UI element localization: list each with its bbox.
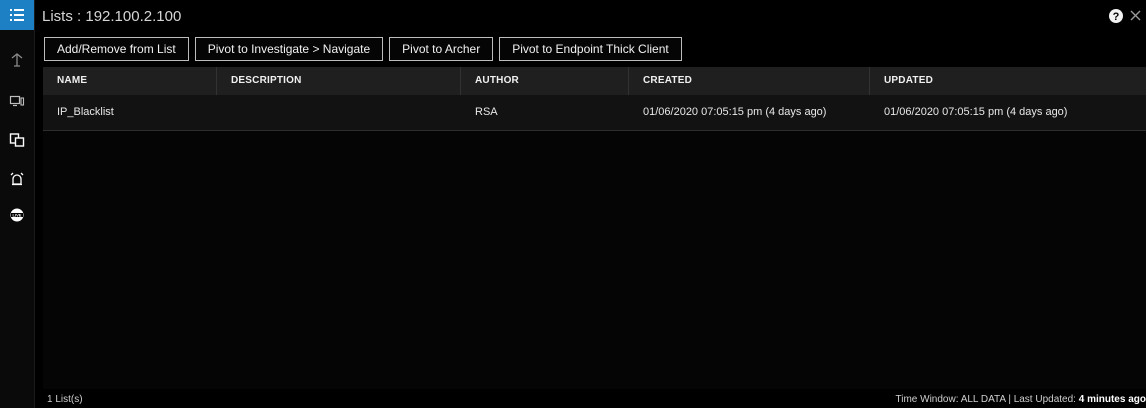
sidebar-item-pin[interactable] — [0, 45, 34, 75]
sidebar-item-devices[interactable] — [0, 86, 34, 116]
last-updated-value: 4 minutes ago — [1078, 394, 1146, 405]
title-bar: Lists : 192.100.2.100 ? — [34, 0, 1146, 34]
column-header-author[interactable]: AUTHOR — [461, 67, 629, 95]
add-remove-list-button[interactable]: Add/Remove from List — [44, 37, 189, 61]
sidebar-item-alarms[interactable] — [0, 164, 34, 194]
live-icon: LIVE — [9, 207, 25, 223]
list-icon — [9, 7, 25, 23]
list-count: 1 List(s) — [47, 394, 83, 405]
time-window-status: Time Window: ALL DATA | Last Updated: 4 … — [896, 394, 1146, 405]
cell-author: RSA — [475, 106, 498, 118]
cell-name: IP_Blacklist — [57, 106, 114, 118]
pin-icon — [9, 52, 25, 68]
cell-created: 01/06/2020 07:05:15 pm (4 days ago) — [643, 106, 827, 118]
svg-text:?: ? — [1113, 11, 1120, 23]
title-label: Lists — [42, 8, 73, 25]
sidebar: LIVE — [0, 0, 35, 408]
time-window-label: Time Window: ALL DATA | Last Updated: — [895, 394, 1076, 405]
svg-text:LIVE: LIVE — [13, 213, 22, 218]
table-row[interactable]: IP_Blacklist RSA 01/06/2020 07:05:15 pm … — [43, 95, 1146, 131]
devices-icon — [9, 93, 25, 109]
table-header: NAME DESCRIPTION AUTHOR CREATED UPDATED — [43, 67, 1146, 95]
cell-updated: 01/06/2020 07:05:15 pm (4 days ago) — [884, 106, 1068, 118]
sidebar-item-lists[interactable] — [0, 0, 34, 30]
column-header-created[interactable]: CREATED — [629, 67, 870, 95]
lists-table: NAME DESCRIPTION AUTHOR CREATED UPDATED … — [43, 67, 1146, 389]
sidebar-item-files[interactable] — [0, 125, 34, 155]
file-icon — [9, 132, 25, 148]
close-icon[interactable] — [1129, 9, 1142, 27]
title-separator: : — [72, 8, 86, 25]
status-bar: 1 List(s) Time Window: ALL DATA | Last U… — [34, 389, 1146, 408]
help-icon[interactable]: ? — [1108, 8, 1124, 29]
alarm-icon — [9, 171, 25, 187]
toolbar: Add/Remove from List Pivot to Investigat… — [44, 37, 682, 63]
column-header-name[interactable]: NAME — [43, 67, 217, 95]
column-header-description[interactable]: DESCRIPTION — [217, 67, 461, 95]
cell-description — [217, 95, 461, 130]
pivot-endpoint-button[interactable]: Pivot to Endpoint Thick Client — [499, 37, 682, 61]
page-title: Lists : 192.100.2.100 — [42, 8, 181, 25]
pivot-investigate-button[interactable]: Pivot to Investigate > Navigate — [194, 37, 384, 61]
sidebar-item-live[interactable]: LIVE — [0, 200, 34, 230]
column-header-updated[interactable]: UPDATED — [870, 67, 1146, 95]
title-ip: 192.100.2.100 — [85, 8, 182, 25]
pivot-archer-button[interactable]: Pivot to Archer — [389, 37, 494, 61]
